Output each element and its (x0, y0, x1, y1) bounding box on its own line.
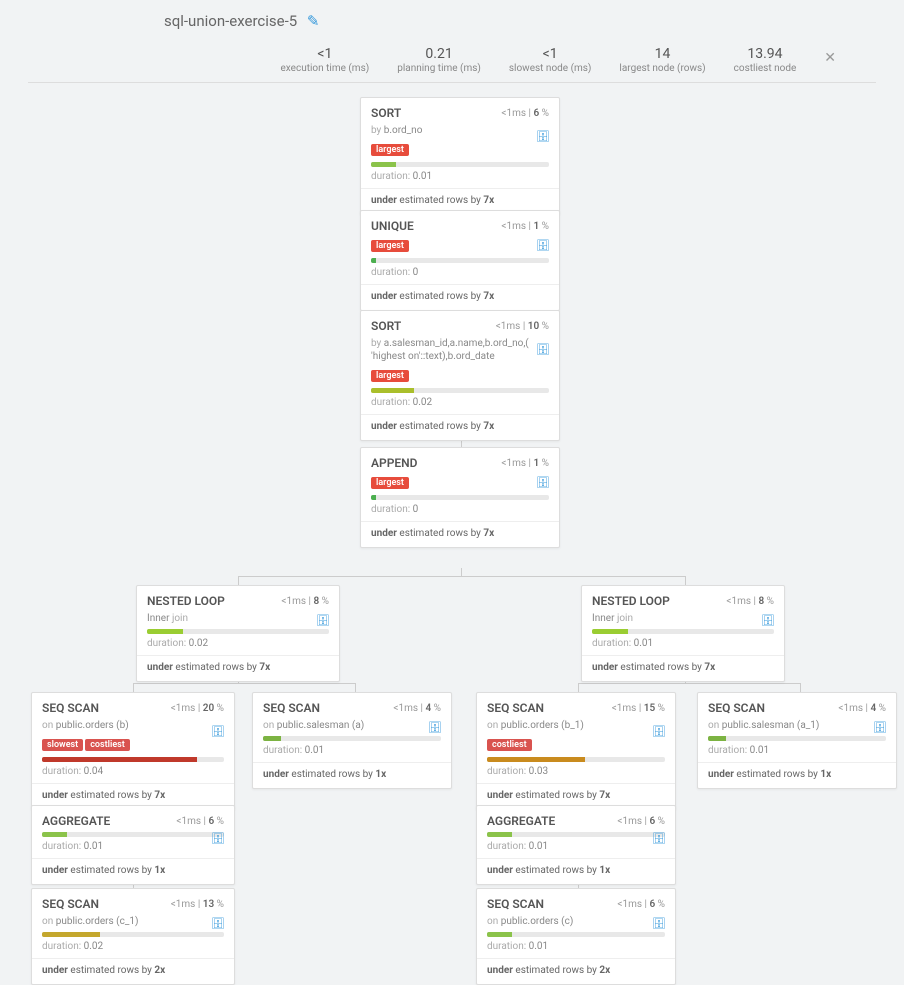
database-icon[interactable]: 🗄 (211, 725, 225, 738)
duration-bar (42, 932, 224, 937)
duration-bar (371, 388, 549, 393)
duration-bar (147, 629, 329, 634)
node-seqscan-orders-b[interactable]: SEQ SCAN<1ms | 20 % on public.orders (b)… (31, 692, 235, 810)
costliest-badge: costliest (85, 739, 130, 751)
node-sort-1[interactable]: SORT<1ms | 6 % by b.ord_no largest 🗄 dur… (360, 97, 560, 215)
largest-badge: largest (371, 240, 409, 252)
database-icon[interactable]: 🗄 (536, 476, 550, 489)
costliest-badge: costliest (487, 739, 532, 751)
node-sort-2[interactable]: SORT<1ms | 10 % by a.salesman_id,a.name,… (360, 310, 560, 441)
node-nested-loop-2[interactable]: NESTED LOOP<1ms | 8 % Inner join 🗄 durat… (581, 585, 785, 682)
database-icon[interactable]: 🗄 (761, 614, 775, 627)
database-icon[interactable]: 🗄 (652, 832, 666, 845)
duration-bar (42, 757, 224, 762)
node-unique[interactable]: UNIQUE<1ms | 1 % largest 🗄 duration: 0 u… (360, 210, 560, 311)
database-icon[interactable]: 🗄 (536, 239, 550, 252)
node-seqscan-orders-c[interactable]: SEQ SCAN<1ms | 6 % on public.orders (c) … (476, 888, 676, 985)
database-icon[interactable]: 🗄 (536, 343, 550, 356)
connector (133, 683, 355, 684)
database-icon[interactable]: 🗄 (211, 832, 225, 845)
stats-bar: <1execution time (ms) 0.21planning time … (28, 36, 876, 83)
database-icon[interactable]: 🗄 (536, 130, 550, 143)
database-icon[interactable]: 🗄 (428, 721, 442, 734)
database-icon[interactable]: 🗄 (316, 614, 330, 627)
duration-bar (371, 162, 549, 167)
database-icon[interactable]: 🗄 (652, 917, 666, 930)
stat-cost: 13.94costliest node (734, 46, 797, 74)
plan-canvas: SORT<1ms | 6 % by b.ord_no largest 🗄 dur… (0, 83, 904, 953)
stat-large: 14largest node (rows) (619, 46, 705, 74)
stat-plan: 0.21planning time (ms) (397, 46, 481, 74)
duration-bar (487, 932, 665, 937)
node-aggregate-1[interactable]: AGGREGATE<1ms | 6 % 🗄 duration: 0.01 und… (31, 805, 235, 885)
duration-bar (42, 832, 224, 837)
database-icon[interactable]: 🗄 (873, 721, 887, 734)
duration-bar (487, 832, 665, 837)
database-icon[interactable]: 🗄 (652, 725, 666, 738)
duration-bar (263, 736, 441, 741)
stat-exec: <1execution time (ms) (281, 46, 370, 74)
node-append[interactable]: APPEND<1ms | 1 % largest 🗄 duration: 0 u… (360, 447, 560, 548)
edit-icon[interactable]: ✎ (307, 12, 320, 30)
slowest-badge: slowest (42, 739, 83, 751)
duration-bar (708, 736, 886, 741)
duration-bar (371, 495, 549, 500)
connector (461, 568, 462, 576)
node-seqscan-orders-b1[interactable]: SEQ SCAN<1ms | 15 % on public.orders (b_… (476, 692, 676, 810)
largest-badge: largest (371, 144, 409, 156)
duration-bar (592, 629, 774, 634)
connector (578, 683, 800, 684)
stat-slow: <1slowest node (ms) (509, 46, 592, 74)
database-icon[interactable]: 🗄 (211, 917, 225, 930)
node-aggregate-2[interactable]: AGGREGATE<1ms | 6 % 🗄 duration: 0.01 und… (476, 805, 676, 885)
largest-badge: largest (371, 477, 409, 489)
duration-bar (371, 258, 549, 263)
largest-badge: largest (371, 370, 409, 382)
node-nested-loop-1[interactable]: NESTED LOOP<1ms | 8 % Inner join 🗄 durat… (136, 585, 340, 682)
node-seqscan-salesman-a1[interactable]: SEQ SCAN<1ms | 4 % on public.salesman (a… (697, 692, 897, 789)
node-seqscan-salesman-a[interactable]: SEQ SCAN<1ms | 4 % on public.salesman (a… (252, 692, 452, 789)
connector (238, 576, 686, 577)
title-text: sql-union-exercise-5 (164, 12, 297, 30)
page-title: sql-union-exercise-5 ✎ (0, 0, 904, 30)
duration-bar (487, 757, 665, 762)
close-icon[interactable]: ✕ (824, 50, 836, 66)
node-seqscan-orders-c1[interactable]: SEQ SCAN<1ms | 13 % on public.orders (c_… (31, 888, 235, 985)
